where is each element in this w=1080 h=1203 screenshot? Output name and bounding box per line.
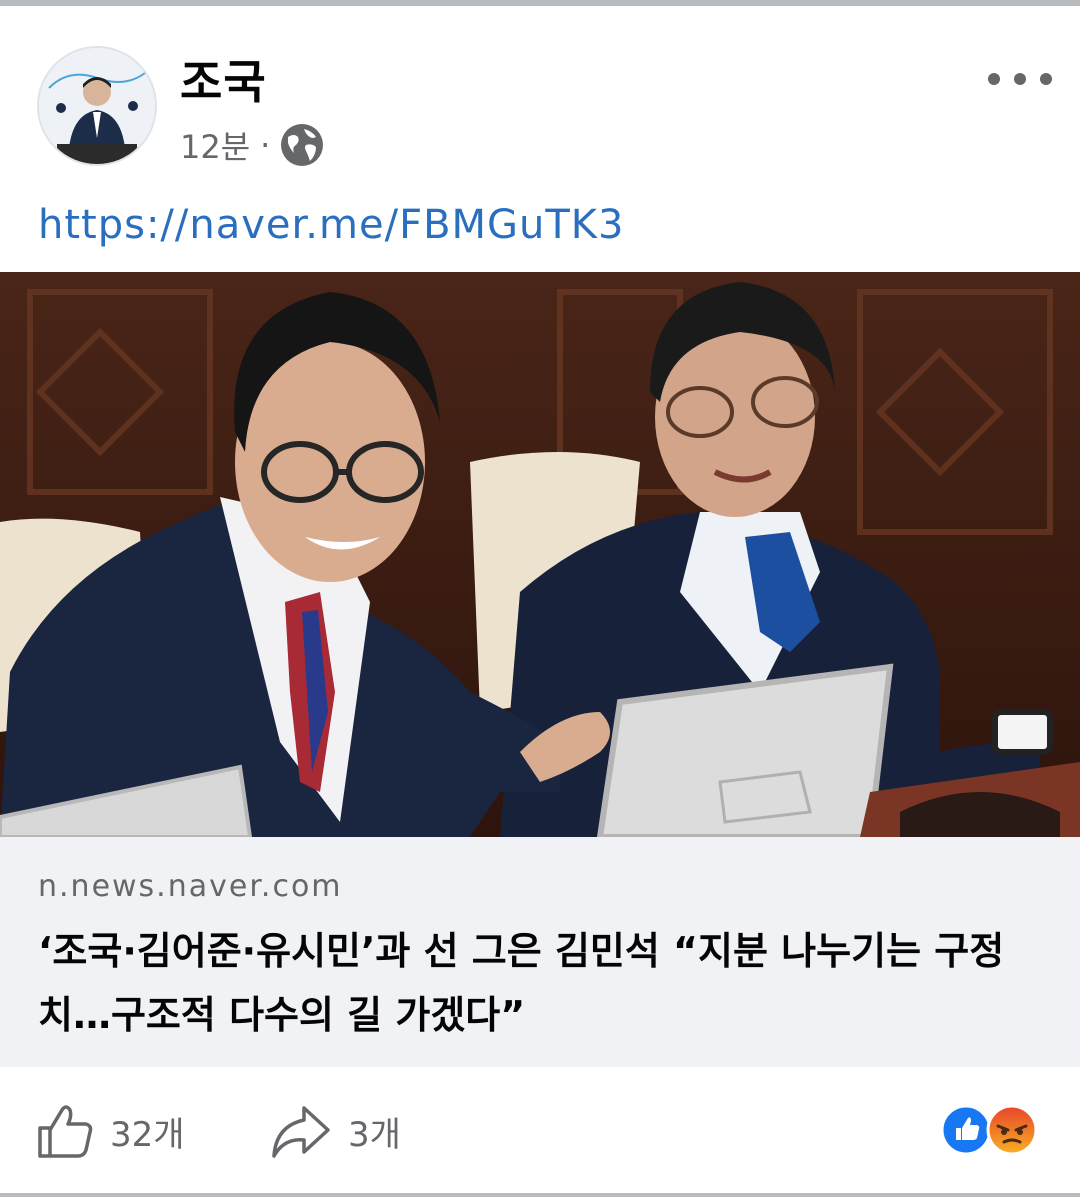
article-photo[interactable] bbox=[0, 272, 1080, 837]
avatar[interactable] bbox=[37, 46, 157, 166]
avatar-image bbox=[39, 48, 155, 164]
article-image bbox=[0, 272, 1080, 837]
more-options-icon-dot bbox=[1014, 73, 1026, 85]
globe-icon bbox=[281, 124, 324, 166]
share-arrow-icon bbox=[272, 1106, 330, 1158]
post-link[interactable]: https://naver.me/FBMGuTK3 bbox=[38, 202, 624, 248]
like-reaction-icon bbox=[940, 1104, 992, 1156]
preview-domain: n.news.naver.com bbox=[38, 869, 343, 904]
meta-separator: · bbox=[260, 126, 271, 164]
angry-reaction-icon bbox=[986, 1104, 1038, 1156]
thumbs-up-icon bbox=[38, 1105, 93, 1158]
link-preview[interactable]: n.news.naver.com ‘조국·김어준·유시민’과 선 그은 김민석 … bbox=[0, 837, 1080, 1067]
post-card: 조국 12분 · https://naver.me/FBMGuTK3 n.new… bbox=[0, 10, 1080, 1193]
like-count: 32개 bbox=[110, 1114, 185, 1155]
bottom-divider bbox=[0, 1193, 1080, 1203]
more-options-icon-dot bbox=[1040, 73, 1052, 85]
preview-headline[interactable]: ‘조국·김어준·유시민’과 선 그은 김민석 “지분 나누기는 구정치…구조적 … bbox=[38, 919, 1048, 1047]
action-bar: 32개 3개 bbox=[0, 1090, 1080, 1190]
more-options-button[interactable] bbox=[988, 62, 1052, 96]
top-divider bbox=[0, 0, 1080, 10]
post-meta: 12분 · bbox=[180, 122, 324, 168]
share-button[interactable]: 3개 bbox=[270, 1102, 401, 1160]
more-options-icon-dot bbox=[988, 73, 1000, 85]
like-button[interactable]: 32개 bbox=[36, 1102, 185, 1160]
share-count: 3개 bbox=[348, 1114, 401, 1155]
post-time[interactable]: 12분 bbox=[180, 122, 250, 168]
reactions-summary[interactable] bbox=[940, 1104, 1050, 1156]
author-name[interactable]: 조국 bbox=[180, 46, 267, 112]
